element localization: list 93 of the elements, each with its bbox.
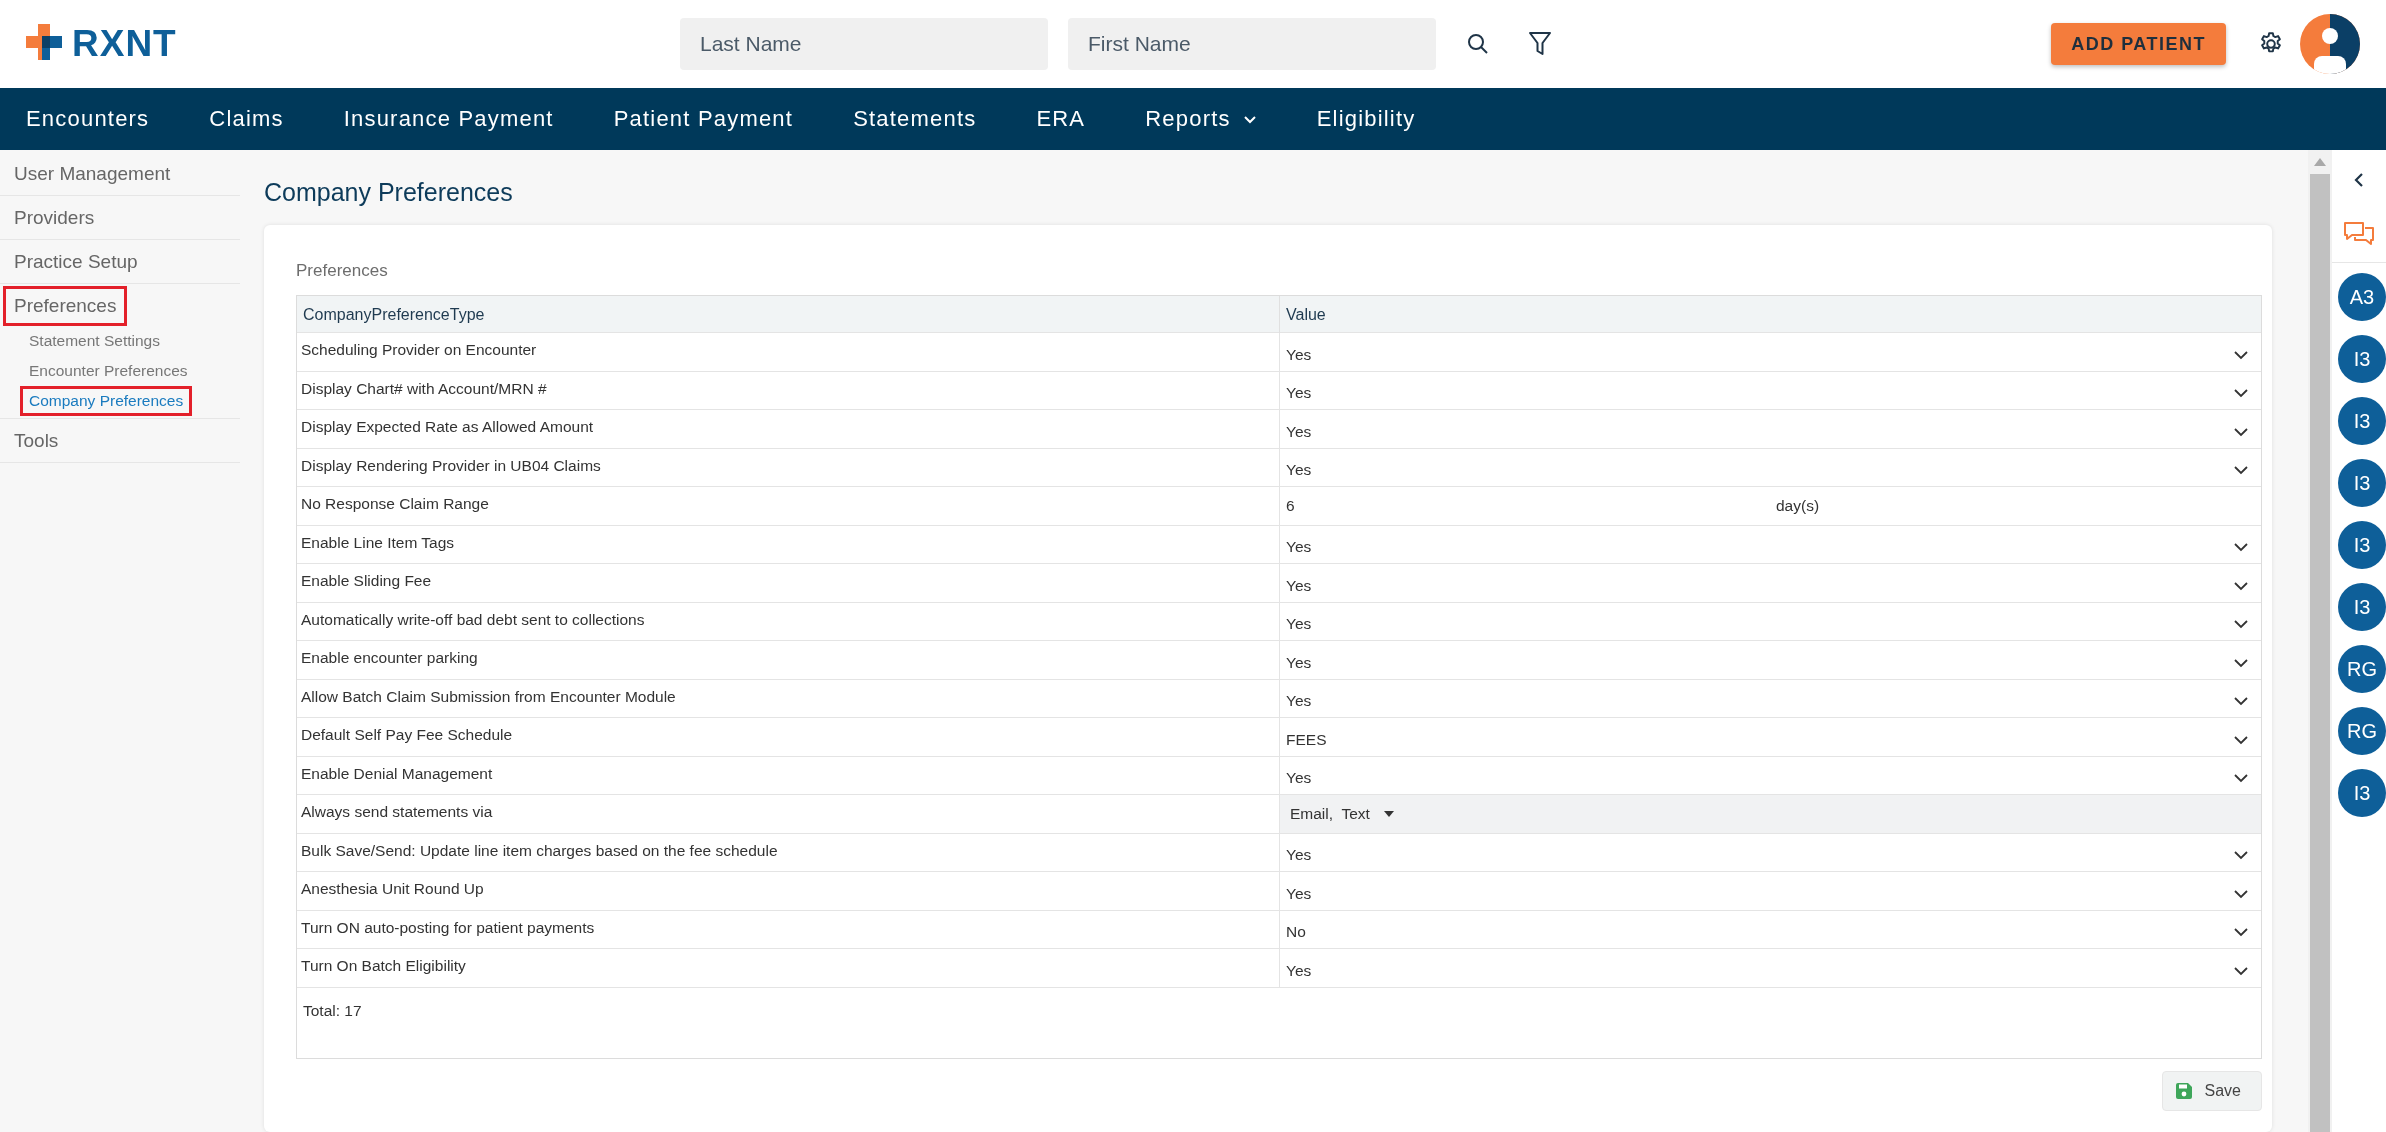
sidebar-item[interactable]: Tools [0, 421, 73, 460]
chevron-down-icon [2233, 388, 2249, 399]
sidebar-item[interactable]: Practice Setup [0, 242, 152, 281]
select-field[interactable]: Yes [1279, 448, 2261, 486]
user-badge[interactable]: A3 [2338, 273, 2386, 321]
select-field[interactable]: Yes [1279, 602, 2261, 640]
table-cell-text: Display Chart# with Account/MRN # [300, 378, 548, 399]
nav-tab[interactable]: Reports [1145, 106, 1257, 132]
filter-icon[interactable] [1528, 31, 1552, 57]
table-cell-text: Always send statements via [300, 802, 494, 822]
select-field[interactable]: Yes [1279, 949, 2261, 987]
table-cell-text: Display Expected Rate as Allowed Amount [300, 417, 595, 437]
select-field[interactable]: Yes [1279, 679, 2261, 717]
caret-icon [1242, 114, 1257, 124]
sidebar-subitem[interactable]: Encounter Preferences [20, 356, 197, 386]
search-field[interactable]: Last Name [680, 18, 1048, 70]
avatar-icon[interactable] [2300, 14, 2360, 74]
chevron-down-icon [2233, 927, 2249, 938]
sidebar-item[interactable]: Providers [0, 198, 109, 237]
table-cell-text: Scheduling Provider on Encounter [300, 340, 538, 360]
select-field[interactable]: Yes [1279, 872, 2261, 910]
table-cell-text: Bulk Save/Send: Update line item charges based on the fee schedule [300, 840, 779, 861]
select-field[interactable]: FEES [1279, 718, 2261, 756]
section-label: Preferences [296, 261, 389, 281]
number-field[interactable]: 6 [1286, 496, 1776, 515]
multiselect-field[interactable]: Email, Text [1279, 795, 2261, 833]
sidebar-item[interactable]: Preferences [3, 286, 128, 326]
table-cell-text: Enable encounter parking [300, 648, 479, 668]
nav-tab[interactable]: Eligibility [1316, 106, 1416, 132]
add-patient-button[interactable]: ADD PATIENT [2051, 23, 2226, 65]
sidebar-item[interactable]: User Management [0, 154, 185, 193]
select-field[interactable]: Yes [1279, 641, 2261, 679]
chevron-down-icon [2233, 619, 2249, 630]
page-title: Company Preferences [264, 178, 514, 207]
user-badge[interactable]: I3 [2338, 397, 2386, 445]
table-cell-text: Default Self Pay Fee Schedule [300, 725, 514, 745]
sidebar-subitem[interactable]: Statement Settings [20, 326, 169, 356]
chevron-down-icon [2233, 696, 2249, 707]
nav-tab[interactable]: Claims [209, 106, 284, 132]
table-cell-text: Enable Denial Management [300, 763, 494, 784]
table-cell-text: Display Rendering Provider in UB04 Claims [300, 455, 602, 476]
chevron-down-icon [2233, 542, 2249, 553]
select-field[interactable]: Yes [1279, 371, 2261, 409]
scrollbar[interactable] [2308, 150, 2332, 1132]
nav-tab[interactable]: ERA [1036, 106, 1086, 132]
user-badge[interactable]: I3 [2338, 459, 2386, 507]
nav-tab[interactable]: Statements [853, 106, 977, 132]
nav-tab[interactable]: Insurance Payment [343, 106, 554, 132]
select-field[interactable]: No [1279, 910, 2261, 948]
user-badge[interactable]: I3 [2338, 335, 2386, 383]
chevron-down-icon [2233, 349, 2249, 360]
table-cell-text: Enable Line Item Tags [300, 532, 456, 553]
column-header: Value [1279, 296, 2261, 334]
select-field[interactable]: Yes [1279, 564, 2261, 602]
caret-down-icon [1383, 810, 1394, 817]
sidebar-subitem[interactable]: Company Preferences [20, 386, 193, 416]
table-cell-text: Automatically write-off bad debt sent to collections [300, 609, 646, 630]
save-icon [2174, 1081, 2193, 1100]
search-field[interactable]: First Name [1068, 18, 1436, 70]
save-button[interactable]: Save [2161, 1070, 2262, 1111]
chevron-down-icon [2233, 657, 2249, 668]
table-cell-text: Enable Sliding Fee [300, 571, 433, 591]
table-cell-text: No Response Claim Range [300, 494, 490, 514]
collapse-icon[interactable] [2353, 172, 2365, 188]
user-badge[interactable]: RG [2338, 645, 2386, 693]
select-field[interactable]: Yes [1279, 525, 2261, 563]
search-icon[interactable] [1466, 32, 1490, 56]
user-badge[interactable]: I3 [2338, 583, 2386, 631]
column-header: CompanyPreferenceType [302, 305, 486, 325]
chevron-down-icon [2233, 965, 2249, 976]
user-badge[interactable]: I3 [2338, 521, 2386, 569]
user-badge[interactable]: I3 [2338, 769, 2386, 817]
total-count: Total: 17 [303, 1001, 362, 1019]
table-cell-text: Turn On Batch Eligibility [300, 956, 467, 976]
select-field[interactable]: Yes [1279, 833, 2261, 871]
nav-tab[interactable]: Patient Payment [613, 106, 794, 132]
table-cell-text: Turn ON auto-posting for patient payments [300, 917, 596, 938]
chevron-down-icon [2233, 465, 2249, 476]
nav-tab[interactable]: Encounters [26, 106, 150, 132]
select-field[interactable]: Yes [1279, 333, 2261, 371]
logo-text: RXNT [72, 23, 177, 65]
select-field[interactable]: Yes [1279, 756, 2261, 794]
chevron-down-icon [2233, 734, 2249, 745]
chevron-down-icon [2233, 426, 2249, 437]
chevron-down-icon [2233, 850, 2249, 861]
chevron-down-icon [2233, 888, 2249, 899]
user-badge[interactable]: RG [2338, 707, 2386, 755]
table-cell-text: Anesthesia Unit Round Up [300, 879, 485, 899]
table-cell-text: Allow Batch Claim Submission from Encounter Module [300, 686, 677, 707]
chevron-down-icon [2233, 773, 2249, 784]
chevron-down-icon [2233, 580, 2249, 591]
unit-label: day(s) [1776, 496, 1820, 515]
select-field[interactable]: Yes [1279, 410, 2261, 448]
